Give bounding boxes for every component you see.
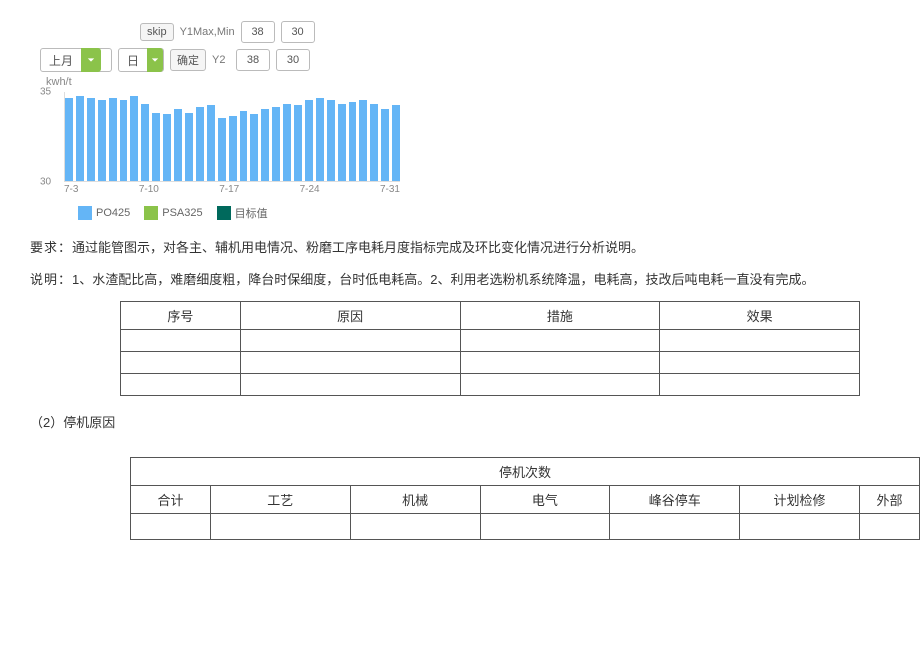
y-tick: 35: [40, 87, 51, 98]
legend-label: PSA325: [162, 207, 202, 219]
bar: [196, 107, 204, 181]
bar: [250, 114, 258, 181]
th-process: 工艺: [210, 486, 350, 514]
bar: [261, 109, 269, 181]
th-mech: 机械: [350, 486, 480, 514]
bar: [130, 96, 138, 181]
bar: [229, 116, 237, 181]
bar: [240, 111, 248, 181]
bar: [185, 113, 193, 181]
y1-min-input[interactable]: [281, 21, 315, 43]
bar: [76, 96, 84, 181]
bar: [359, 100, 367, 181]
table-row: 合计 工艺 机械 电气 峰谷停车 计划检修 外部: [131, 486, 920, 514]
legend-swatch: [144, 206, 158, 220]
table-row: [121, 352, 860, 374]
th-total: 合计: [131, 486, 211, 514]
bar: [294, 105, 302, 181]
chart-legend: PO425 PSA325 目标值: [78, 205, 420, 221]
chart-unit: kwh/t: [46, 76, 420, 88]
legend-swatch: [78, 206, 92, 220]
th-elec: 电气: [480, 486, 610, 514]
bar: [207, 105, 215, 181]
month-select-value: 上月: [41, 52, 81, 69]
bars-container: [64, 92, 400, 182]
chart-control-panel: skip Y1Max,Min 上月 日 确定 Y2 kwh/t 35 30 7-…: [40, 20, 420, 221]
chevron-down-icon: [81, 48, 101, 72]
requirement-line: 要求：通过能管图示，对各主、辅机用电情况、粉磨工序电耗月度指标完成及环比变化情况…: [30, 237, 890, 259]
explain-line: 说明：1、水渣配比高，难磨细度粗，降台时保细度，台时低电耗高。2、利用老选粉机系…: [30, 269, 890, 291]
bar: [141, 104, 149, 181]
shutdown-table: 停机次数 合计 工艺 机械 电气 峰谷停车 计划检修 外部: [130, 457, 920, 540]
bar: [163, 114, 171, 181]
bar: [174, 109, 182, 181]
th-plan: 计划检修: [740, 486, 860, 514]
bar: [381, 109, 389, 181]
th-effect: 效果: [660, 302, 860, 330]
th-seq: 序号: [121, 302, 241, 330]
th-title: 停机次数: [131, 458, 920, 486]
day-select[interactable]: 日: [118, 48, 164, 72]
table-row: [131, 514, 920, 540]
day-select-value: 日: [119, 52, 147, 69]
bar: [272, 107, 280, 181]
y2-max-input[interactable]: [236, 49, 270, 71]
legend-item: PO425: [78, 206, 130, 220]
section-2: （2）停机原因 停机次数 合计 工艺 机械 电气 峰谷停车 计划检修 外部: [30, 412, 920, 540]
table-row: 停机次数: [131, 458, 920, 486]
bar: [327, 100, 335, 181]
table-row: [121, 374, 860, 396]
bar: [349, 102, 357, 181]
legend-item: 目标值: [217, 205, 268, 221]
legend-label: 目标值: [235, 205, 268, 221]
chevron-down-icon: [147, 48, 163, 72]
bar: [316, 98, 324, 181]
th-reason: 原因: [240, 302, 460, 330]
bar-chart: 35 30 7-3 7-10 7-17 7-24 7-31: [40, 92, 400, 197]
bar: [305, 100, 313, 181]
ctrl-row-2: 上月 日 确定 Y2: [40, 48, 420, 72]
x-tick: 7-17: [219, 184, 239, 195]
th-measure: 措施: [460, 302, 660, 330]
bar: [87, 98, 95, 181]
x-tick: 7-10: [139, 184, 159, 195]
bar: [152, 113, 160, 181]
bar: [120, 100, 128, 181]
requirement-block: 要求：通过能管图示，对各主、辅机用电情况、粉磨工序电耗月度指标完成及环比变化情况…: [30, 237, 890, 396]
legend-swatch: [217, 206, 231, 220]
ctrl-row-1: skip Y1Max,Min: [140, 20, 420, 44]
x-tick: 7-3: [64, 184, 78, 195]
y1-max-input[interactable]: [241, 21, 275, 43]
y1-label: Y1Max,Min: [180, 26, 235, 38]
y-tick: 30: [40, 177, 51, 188]
th-ext: 外部: [859, 486, 919, 514]
legend-label: PO425: [96, 207, 130, 219]
bar: [218, 118, 226, 181]
exp-body: 1、水渣配比高，难磨细度粗，降台时保细度，台时低电耗高。2、利用老选粉机系统降温…: [72, 272, 814, 287]
bar: [98, 100, 106, 181]
confirm-button[interactable]: 确定: [170, 49, 206, 71]
req-body: 通过能管图示，对各主、辅机用电情况、粉磨工序电耗月度指标完成及环比变化情况进行分…: [72, 240, 644, 255]
y2-min-input[interactable]: [276, 49, 310, 71]
x-tick: 7-24: [300, 184, 320, 195]
bar: [65, 98, 73, 181]
th-peak: 峰谷停车: [610, 486, 740, 514]
section-2-title: （2）停机原因: [30, 415, 115, 430]
table-row: [121, 330, 860, 352]
bar: [370, 104, 378, 181]
bar: [283, 104, 291, 181]
cause-table: 序号 原因 措施 效果: [120, 301, 860, 396]
req-label: 要求：: [30, 240, 72, 255]
month-select[interactable]: 上月: [40, 48, 112, 72]
x-tick: 7-31: [380, 184, 400, 195]
skip-button[interactable]: skip: [140, 23, 174, 41]
bar: [109, 98, 117, 181]
table-row: 序号 原因 措施 效果: [121, 302, 860, 330]
x-axis: 7-3 7-10 7-17 7-24 7-31: [64, 184, 400, 195]
y2-label: Y2: [212, 54, 230, 66]
legend-item: PSA325: [144, 206, 202, 220]
bar: [392, 105, 400, 181]
exp-label: 说明：: [30, 272, 72, 287]
bar: [338, 104, 346, 181]
